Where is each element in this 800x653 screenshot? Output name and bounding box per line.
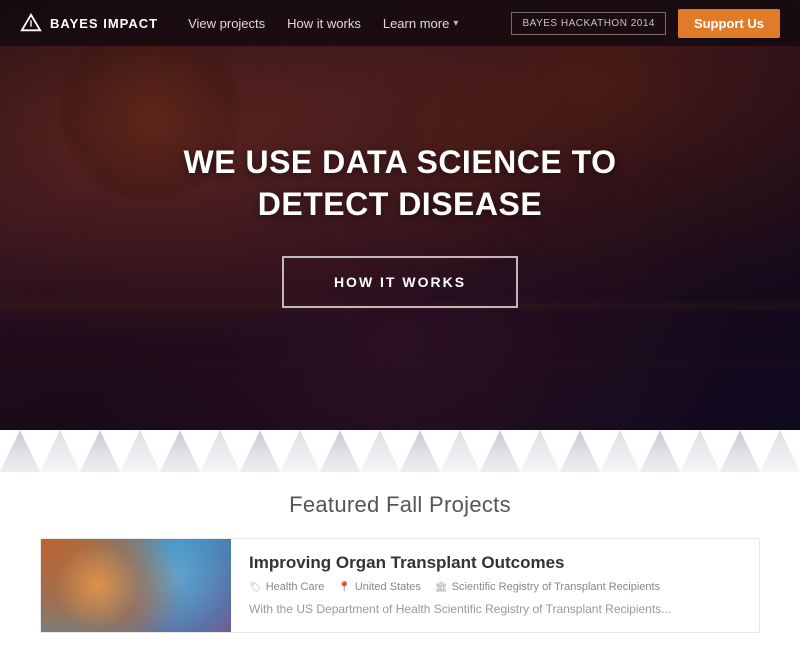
project-title: Improving Organ Transplant Outcomes bbox=[249, 553, 741, 573]
logo-icon bbox=[20, 12, 42, 34]
project-card[interactable]: Improving Organ Transplant Outcomes 🏷 He… bbox=[40, 538, 760, 633]
institution-icon: 🏛 bbox=[435, 582, 448, 593]
how-it-works-button[interactable]: HOW IT WORKS bbox=[282, 256, 518, 308]
triangle-divider bbox=[0, 430, 800, 472]
tag-icon: 🏷 bbox=[249, 582, 262, 593]
logo[interactable]: BAYES IMPACT bbox=[20, 12, 158, 34]
tag-health-care: 🏷 Health Care bbox=[249, 581, 324, 593]
hero-title-line2: DETECT DISEASE bbox=[258, 186, 542, 222]
nav-right: BAYES HACKATHON 2014 Support Us bbox=[511, 9, 780, 38]
hero-section: WE USE DATA SCIENCE TO DETECT DISEASE HO… bbox=[0, 0, 800, 430]
nav-view-projects[interactable]: View projects bbox=[188, 16, 265, 31]
featured-section: Featured Fall Projects Improving Organ T… bbox=[0, 472, 800, 653]
hero-content: WE USE DATA SCIENCE TO DETECT DISEASE HO… bbox=[0, 0, 800, 430]
nav-learn-more[interactable]: Learn more ▾ bbox=[383, 16, 459, 31]
triangle-svg bbox=[0, 430, 800, 472]
featured-title: Featured Fall Projects bbox=[40, 492, 760, 518]
project-info: Improving Organ Transplant Outcomes 🏷 He… bbox=[231, 539, 759, 632]
project-tags: 🏷 Health Care 📍 United States 🏛 Scientif… bbox=[249, 581, 741, 593]
hero-title-line1: WE USE DATA SCIENCE TO bbox=[184, 144, 617, 180]
tag-location-label: United States bbox=[355, 581, 421, 593]
hackathon-badge[interactable]: BAYES HACKATHON 2014 bbox=[511, 12, 665, 35]
nav-links: View projects How it works Learn more ▾ bbox=[188, 16, 511, 31]
support-button[interactable]: Support Us bbox=[678, 9, 780, 38]
project-description: With the US Department of Health Scienti… bbox=[249, 601, 741, 618]
tag-institution: 🏛 Scientific Registry of Transplant Reci… bbox=[435, 581, 660, 593]
tag-health-care-label: Health Care bbox=[266, 581, 325, 593]
logo-text: BAYES IMPACT bbox=[50, 16, 158, 31]
project-image bbox=[41, 539, 231, 632]
nav-learn-more-label: Learn more bbox=[383, 16, 449, 31]
nav-how-it-works[interactable]: How it works bbox=[287, 16, 361, 31]
navbar: BAYES IMPACT View projects How it works … bbox=[0, 0, 800, 46]
chevron-down-icon: ▾ bbox=[453, 18, 458, 29]
tag-location: 📍 United States bbox=[338, 581, 421, 593]
hero-title: WE USE DATA SCIENCE TO DETECT DISEASE bbox=[184, 142, 617, 225]
tag-institution-label: Scientific Registry of Transplant Recipi… bbox=[452, 581, 660, 593]
location-icon: 📍 bbox=[338, 582, 350, 593]
